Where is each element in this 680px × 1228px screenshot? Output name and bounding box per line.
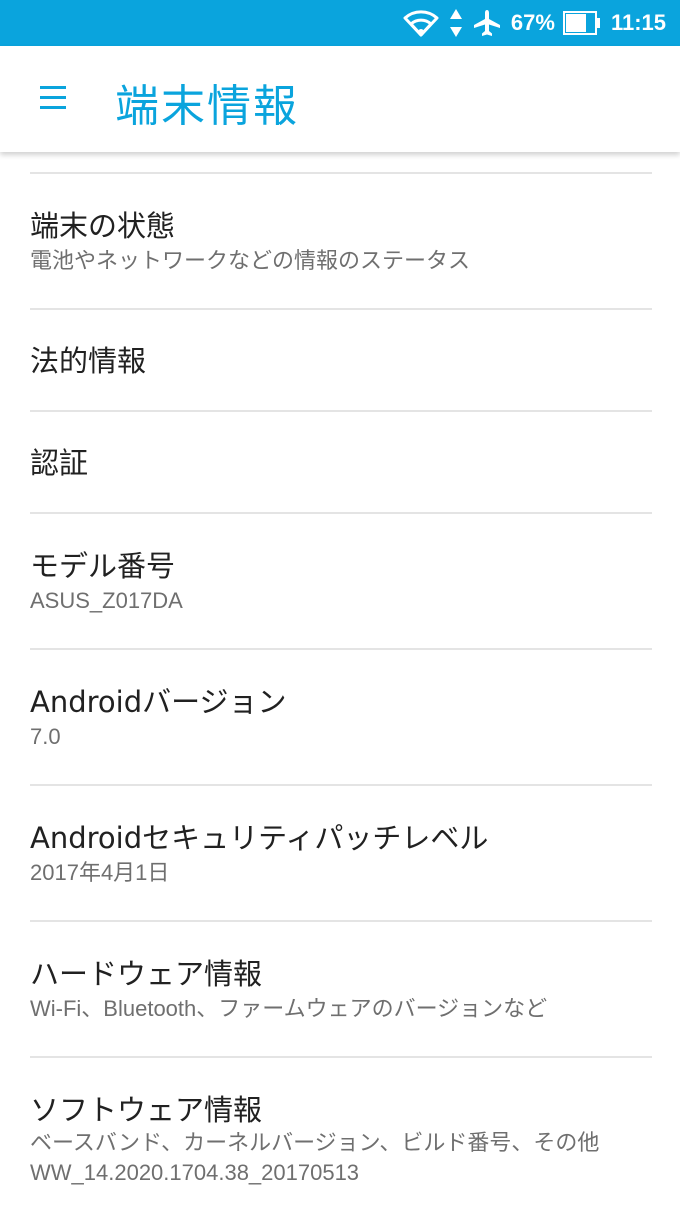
item-summary: 電池やネットワークなどの情報のステータス (30, 248, 471, 273)
item-title: 法的情報 (30, 344, 147, 378)
status-time: 11:15 (610, 10, 666, 35)
item-title: モデル番号 (30, 549, 176, 583)
list-item-hardware-info[interactable]: ハードウェア情報 Wi-Fi、Bluetooth、ファームウェアのバージョンなど (0, 922, 680, 1056)
item-summary: ASUS_Z017DA (30, 588, 183, 613)
battery-percent: 67% (510, 10, 555, 35)
status-bar: 67% 11:15 (0, 0, 680, 46)
item-title: 認証 (30, 446, 89, 480)
item-summary: Wi-Fi、Bluetooth、ファームウェアのバージョンなど (30, 996, 548, 1021)
airplane-icon (473, 9, 501, 37)
list-item-device-status[interactable]: 端末の状態 電池やネットワークなどの情報のステータス (0, 174, 680, 308)
item-title: Androidバージョン (30, 685, 287, 719)
wifi-icon (403, 9, 439, 37)
item-summary-build: WW_14.2020.1704.38_20170513 (30, 1160, 360, 1185)
list-item-certification[interactable]: 認証 (0, 412, 680, 512)
item-title: ハードウェア情報 (30, 957, 263, 991)
settings-list: 端末の状態 電池やネットワークなどの情報のステータス 法的情報 認証 モデル番号… (0, 172, 680, 1228)
app-bar: 端末情報 (0, 46, 680, 152)
item-summary: 7.0 (30, 724, 61, 749)
battery-icon (562, 11, 601, 35)
list-item-software-info[interactable]: ソフトウェア情報 ベースバンド、カーネルバージョン、ビルド番号、その他 WW_1… (0, 1058, 680, 1228)
item-title: Androidセキュリティパッチレベル (30, 821, 489, 855)
list-item-security-patch-level[interactable]: Androidセキュリティパッチレベル 2017年4月1日 (0, 786, 680, 920)
list-item-android-version[interactable]: Androidバージョン 7.0 (0, 650, 680, 784)
list-item-model-number[interactable]: モデル番号 ASUS_Z017DA (0, 514, 680, 648)
data-arrows-icon (449, 8, 463, 38)
page-title: 端末情報 (115, 81, 299, 132)
item-title: 端末の状態 (30, 209, 176, 243)
item-summary: ベースバンド、カーネルバージョン、ビルド番号、その他 (30, 1130, 600, 1155)
list-item-legal-info[interactable]: 法的情報 (0, 310, 680, 410)
hamburger-menu-icon[interactable] (40, 86, 66, 110)
item-title: ソフトウェア情報 (30, 1093, 263, 1127)
item-summary: 2017年4月1日 (30, 860, 170, 885)
